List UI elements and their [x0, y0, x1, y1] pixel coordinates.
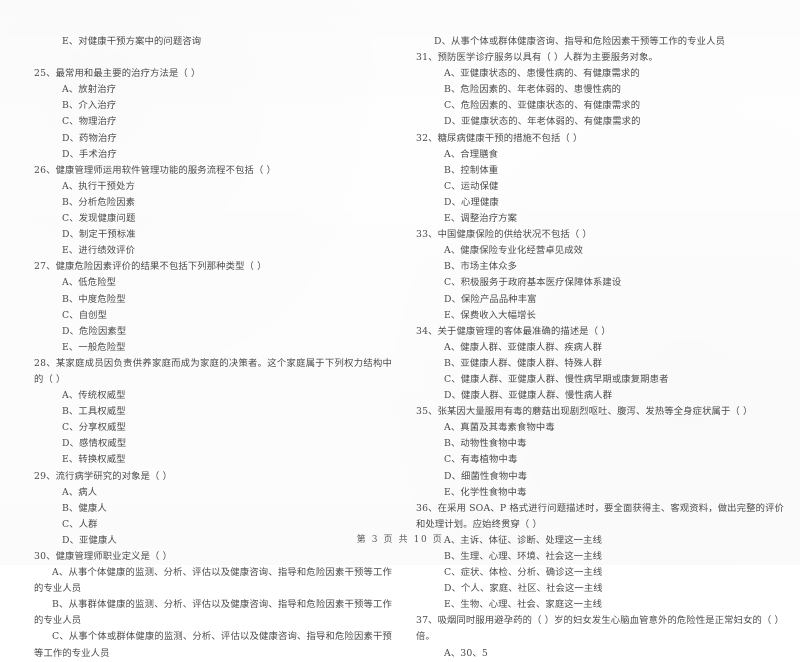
option-a[interactable]: A、放射治疗	[34, 82, 392, 98]
option-a[interactable]: A、健康保险专业化经营卓见成效	[416, 243, 784, 259]
option-a[interactable]: A、病人	[34, 485, 392, 501]
option-b[interactable]: B、工具权威型	[34, 404, 392, 420]
option-b[interactable]: B、危险因素的、年老体弱的、患慢性病的	[416, 82, 784, 98]
option-c[interactable]: C、危险因素的、亚健康状态的、有健康需求的	[416, 98, 784, 114]
left-column: E、对健康干预方案中的问题咨询 25、最常用和最主要的治疗方法是（ ） A、放射…	[0, 34, 400, 662]
option-c[interactable]: C、分享权威型	[34, 420, 392, 436]
two-column-body: E、对健康干预方案中的问题咨询 25、最常用和最主要的治疗方法是（ ） A、放射…	[0, 34, 800, 662]
question-stem: 32、糖尿病健康干预的措施不包括（ ）	[416, 132, 583, 144]
option-a[interactable]: A、亚健康状态的、患慢性病的、有健康需求的	[416, 66, 784, 82]
question-35: 35、张某因大量服用有毒的蘑菇出现剧烈呕吐、腹泻、发热等全身症状属于（ ） A、…	[416, 404, 784, 501]
option-c[interactable]: C、物理治疗	[34, 114, 392, 130]
option-d[interactable]: D、保险产品品种丰富	[416, 292, 784, 308]
option-b[interactable]: B、分析危险因素	[34, 195, 392, 211]
option-b[interactable]: B、介入治疗	[34, 98, 392, 114]
question-stem: 37、吸烟同时服用避孕药的（ ）岁的妇女发生心脑血管意外的危险性是正常妇女的（ …	[416, 615, 784, 643]
option-d[interactable]: D、健康人群、亚健康人群、慢性病人群	[416, 388, 784, 404]
question-stem: 28、某家庭成员因负责供养家庭而成为家庭的决策者。这个家庭属于下列权力结构中的（…	[34, 357, 392, 385]
option-a[interactable]: A、合理膳食	[416, 147, 784, 163]
lead-option-left: E、对健康干预方案中的问题咨询	[62, 36, 202, 47]
option-e[interactable]: E、一般危险型	[34, 340, 392, 356]
option-c[interactable]: C、人群	[34, 517, 392, 533]
option-c[interactable]: C、自创型	[34, 308, 392, 324]
question-stem: 30、健康管理师职业定义是（ ）	[34, 551, 173, 562]
option-a[interactable]: A、传统权威型	[34, 388, 392, 404]
option-c[interactable]: C、健康人群、亚健康人群、慢性病早期或康复期患者	[416, 372, 784, 388]
option-c[interactable]: C、发现健康问题	[34, 211, 392, 227]
option-d[interactable]: D、心理健康	[416, 195, 784, 211]
question-stem: 33、中国健康保险的供给状况不包括（ ）	[416, 229, 592, 241]
question-33: 33、中国健康保险的供给状况不包括（ ） A、健康保险专业化经营卓见成效 B、市…	[416, 227, 784, 324]
scanned-page: E、对健康干预方案中的问题咨询 25、最常用和最主要的治疗方法是（ ） A、放射…	[0, 0, 800, 659]
question-stem: 36、在采用 SOA、P 格式进行问题描述时，要全面获得主、客观资料，做出完整的…	[416, 502, 784, 530]
question-36: 36、在采用 SOA、P 格式进行问题描述时，要全面获得主、客观资料，做出完整的…	[416, 501, 784, 614]
option-e[interactable]: D、手术治疗	[34, 147, 392, 163]
option-d[interactable]: D、细菌性食物中毒	[416, 469, 784, 485]
option-c[interactable]: C、有毒植物中毒	[416, 452, 784, 468]
question-30: 30、健康管理师职业定义是（ ） A、从事个体健康的监测、分析、评估以及健康咨询…	[34, 549, 392, 662]
lead-option-right: D、从事个体或群体健康咨询、指导和危险因素干预等工作的专业人员	[434, 36, 726, 47]
question-stem: 27、健康危险因素评价的结果不包括下列那种类型（ ）	[34, 261, 267, 273]
question-31: 31、预防医学诊疗服务以具有（ ）人群为主要服务对象。 A、亚健康状态的、患慢性…	[416, 50, 784, 130]
option-c[interactable]: C、积极服务于政府基本医疗保障体系建设	[416, 275, 784, 291]
option-b[interactable]: B、控制体重	[416, 163, 784, 179]
option-d[interactable]: D、个人、家庭、社区、社会这一主线	[416, 581, 784, 597]
option-b[interactable]: B、从事群体健康的监测、分析、评估以及健康咨询、指导和危险因素干预等工作的专业人…	[34, 597, 392, 629]
page-footer: 第 3 页 共 10 页	[356, 535, 444, 545]
option-e[interactable]: E、调整治疗方案	[416, 211, 784, 227]
question-25: 25、最常用和最主要的治疗方法是（ ） A、放射治疗 B、介入治疗 C、物理治疗…	[34, 66, 392, 163]
question-stem: 26、健康管理师运用软件管理功能的服务流程不包括（ ）	[34, 164, 276, 176]
question-37: 37、吸烟同时服用避孕药的（ ）岁的妇女发生心脑血管意外的危险性是正常妇女的（ …	[416, 613, 784, 661]
option-d[interactable]: D、危险因素型	[34, 324, 392, 340]
option-e[interactable]: E、保费收入大幅增长	[416, 308, 784, 324]
option-b[interactable]: B、生理、心理、环境、社会这一主线	[416, 549, 784, 565]
option-c[interactable]: C、症状、体检、分析、确诊这一主线	[416, 565, 784, 581]
option-d[interactable]: D、感情权威型	[34, 436, 392, 452]
question-stem: 25、最常用和最主要的治疗方法是（ ）	[34, 68, 201, 80]
column-gap-left	[34, 50, 392, 66]
question-stem: 31、预防医学诊疗服务以具有（ ）人群为主要服务对象。	[416, 52, 658, 64]
question-26: 26、健康管理师运用软件管理功能的服务流程不包括（ ） A、执行干预处方 B、分…	[34, 163, 392, 260]
option-b[interactable]: B、健康人	[34, 501, 392, 517]
question-34: 34、关于健康管理的客体最准确的描述是（ ） A、健康人群、亚健康人群、疾病人群…	[416, 324, 784, 404]
option-b[interactable]: B、中度危险型	[34, 292, 392, 308]
option-d[interactable]: D、制定干预标准	[34, 227, 392, 243]
question-28: 28、某家庭成员因负责供养家庭而成为家庭的决策者。这个家庭属于下列权力结构中的（…	[34, 356, 392, 469]
option-a[interactable]: A、健康人群、亚健康人群、疾病人群	[416, 340, 784, 356]
option-e[interactable]: E、进行绩效评价	[34, 243, 392, 259]
question-27: 27、健康危险因素评价的结果不包括下列那种类型（ ） A、低危险型 B、中度危险…	[34, 259, 392, 356]
question-stem: 29、流行病学研究的对象是（ ）	[34, 470, 173, 482]
option-a[interactable]: A、低危险型	[34, 275, 392, 291]
option-c[interactable]: C、从事个体或群体健康的监测、分析、评估以及健康咨询、指导和危险因素干预等工作的…	[34, 629, 392, 661]
question-32: 32、糖尿病健康干预的措施不包括（ ） A、合理膳食 B、控制体重 C、运动保健…	[416, 131, 784, 228]
option-b[interactable]: B、市场主体众多	[416, 259, 784, 275]
option-a[interactable]: A、真菌及其毒素食物中毒	[416, 420, 784, 436]
option-e[interactable]: E、生物、心理、社会、家庭这一主线	[416, 597, 784, 613]
option-e[interactable]: E、化学性食物中毒	[416, 485, 784, 501]
option-a[interactable]: A、执行干预处方	[34, 179, 392, 195]
right-column: D、从事个体或群体健康咨询、指导和危险因素干预等工作的专业人员 31、预防医学诊…	[400, 34, 800, 662]
option-e[interactable]: E、转换权威型	[34, 452, 392, 468]
option-a[interactable]: A、30、5	[416, 646, 784, 662]
question-stem: 34、关于健康管理的客体最准确的描述是（ ）	[416, 325, 611, 337]
option-d[interactable]: D、药物治疗	[34, 131, 392, 147]
question-stem: 35、张某因大量服用有毒的蘑菇出现剧烈呕吐、腹泻、发热等全身症状属于（ ）	[416, 406, 753, 418]
option-b[interactable]: B、亚健康人群、健康人群、特殊人群	[416, 356, 784, 372]
option-c[interactable]: C、运动保健	[416, 179, 784, 195]
option-a[interactable]: A、从事个体健康的监测、分析、评估以及健康咨询、指导和危险因素干预等工作的专业人…	[34, 565, 392, 597]
option-d[interactable]: D、亚健康状态的、年老体弱的、有健康需求的	[416, 114, 784, 130]
option-b[interactable]: B、动物性食物中毒	[416, 436, 784, 452]
